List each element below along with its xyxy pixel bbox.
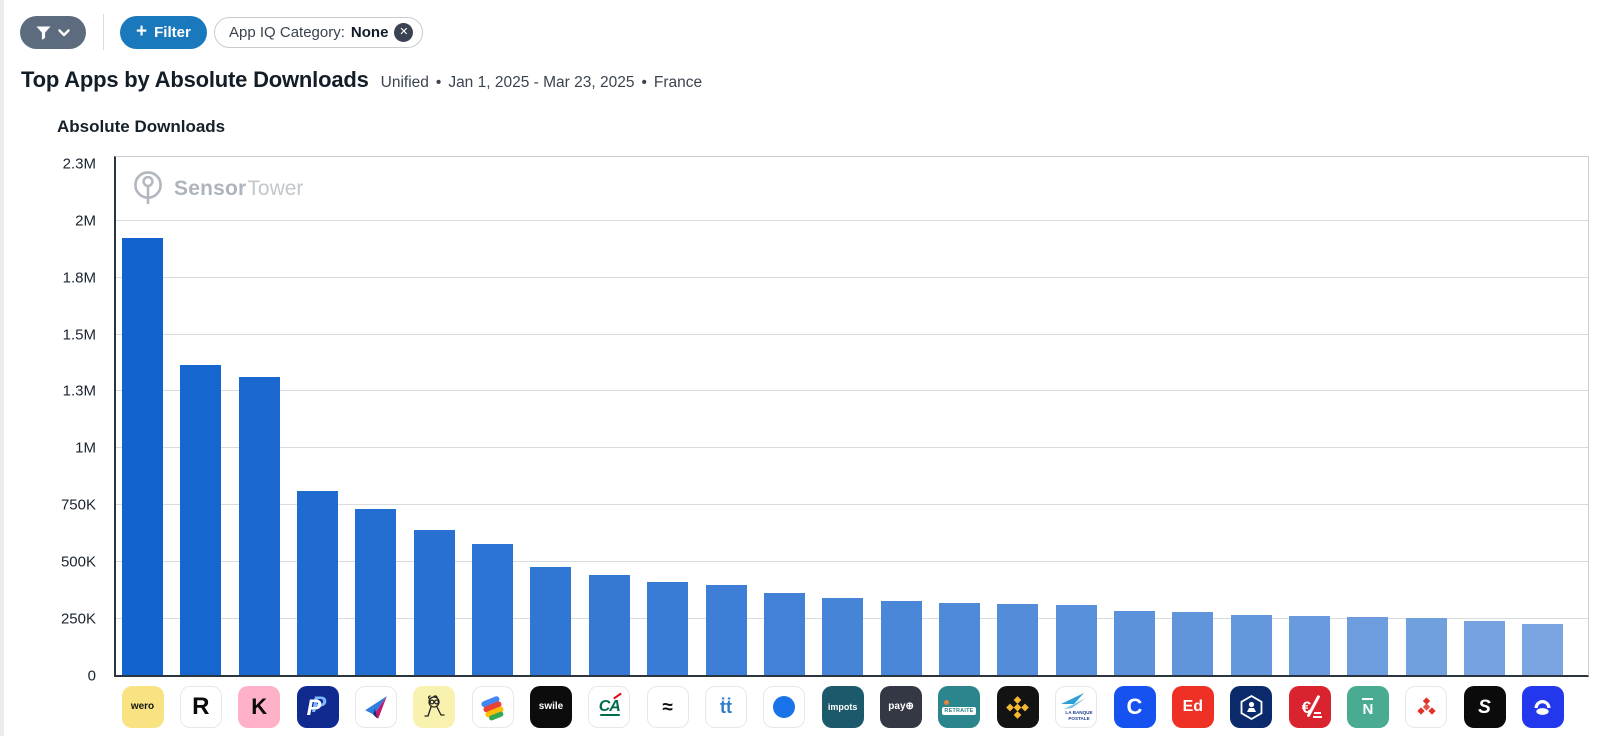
paper-plane-arrow-icon[interactable] <box>355 686 397 728</box>
klarna-k-icon[interactable]: K <box>238 686 280 728</box>
y-axis: 2.3M2M1.8M1.5M1.3M1M750K500K250K0 <box>30 156 96 677</box>
chart-bar-approx-equals[interactable] <box>647 582 688 675</box>
chart-bar-red-trefoil[interactable] <box>1406 618 1447 675</box>
blue-dot-icon[interactable] <box>763 686 805 728</box>
close-icon: ✕ <box>399 27 408 38</box>
chart-bar-ed[interactable] <box>1172 612 1213 675</box>
chart-bar-n-overline-green[interactable] <box>1347 617 1388 675</box>
y-axis-tick-label: 0 <box>88 668 96 685</box>
paylib-icon[interactable]: pay⊕ <box>880 686 922 728</box>
chart-bar-credit-agricole[interactable] <box>589 575 630 675</box>
retraite-icon[interactable]: RETRAITE <box>938 686 980 728</box>
y-axis-tick-label: 250K <box>61 611 96 628</box>
chart-bar-impots-gouv[interactable] <box>822 598 863 675</box>
gridline <box>116 220 1588 221</box>
chart-bar-google-wallet[interactable] <box>472 544 513 675</box>
filter-menu-button[interactable] <box>20 16 86 49</box>
watermark-brand-light: Tower <box>247 177 303 200</box>
chart-axis-title: Absolute Downloads <box>57 117 225 137</box>
chart-bar-doodle-character[interactable] <box>414 530 455 675</box>
toolbar-divider <box>103 14 104 50</box>
chart-bar-coinbase-c[interactable] <box>1114 611 1155 675</box>
filter-chip-label: App IQ Category: <box>229 24 345 41</box>
chart-bar-wero[interactable] <box>122 238 163 675</box>
chart-bar-double-t[interactable] <box>706 585 747 675</box>
filter-chip-remove-button[interactable]: ✕ <box>394 23 413 42</box>
watermark-brand-bold: Sensor <box>174 177 246 200</box>
filter-chip-value: None <box>351 24 389 41</box>
y-axis-tick-label: 1.8M <box>63 269 96 286</box>
chart-bar-black-s[interactable] <box>1464 621 1505 675</box>
gridline <box>116 277 1588 278</box>
chart-bar-paylib[interactable] <box>881 601 922 675</box>
y-axis-tick-label: 1M <box>75 440 96 457</box>
google-wallet-icon[interactable] <box>472 686 514 728</box>
black-s-icon[interactable]: S <box>1464 686 1506 728</box>
header: Top Apps by Absolute Downloads Unified •… <box>21 67 702 93</box>
euro-pen-red-icon[interactable]: € <box>1289 686 1331 728</box>
credit-agricole-icon[interactable]: CA <box>588 686 630 728</box>
coinbase-c-icon[interactable]: C <box>1114 686 1156 728</box>
gridline <box>116 390 1588 391</box>
chart-bar-euro-pen-red[interactable] <box>1289 616 1330 675</box>
swile-icon[interactable]: swile <box>530 686 572 728</box>
svg-text:POSTALE: POSTALE <box>1068 716 1089 721</box>
subtitle-daterange: Jan 1, 2025 - Mar 23, 2025 <box>448 74 634 92</box>
plus-icon: + <box>136 21 147 43</box>
page-subtitle: Unified • Jan 1, 2025 - Mar 23, 2025 • F… <box>381 74 703 92</box>
chart-bar-blue-dot[interactable] <box>764 593 805 675</box>
chart-bar-revolut-r[interactable] <box>180 365 221 675</box>
subtitle-platform: Unified <box>381 74 429 92</box>
svg-text:LA BANQUE: LA BANQUE <box>1066 710 1093 715</box>
chart-bar-retraite[interactable] <box>939 603 980 675</box>
la-banque-postale-icon[interactable]: LA BANQUE POSTALE <box>1055 686 1097 728</box>
chart-bar-la-banque-postale[interactable] <box>1056 605 1097 675</box>
subtitle-bullet: • <box>641 74 646 92</box>
ed-icon[interactable]: Ed <box>1172 686 1214 728</box>
crypto-hexagon-icon[interactable] <box>1230 686 1272 728</box>
y-axis-tick-label: 2.3M <box>63 155 96 172</box>
blue-mask-icon[interactable] <box>1522 686 1564 728</box>
subtitle-bullet: • <box>436 74 441 92</box>
impots-gouv-icon[interactable]: impots <box>822 686 864 728</box>
y-axis-tick-label: 750K <box>61 497 96 514</box>
paypal-icon[interactable]: P P <box>297 686 339 728</box>
wero-icon[interactable]: wero <box>122 686 164 728</box>
chart-bar-binance[interactable] <box>997 604 1038 675</box>
y-axis-tick-label: 1.5M <box>63 326 96 343</box>
add-filter-button[interactable]: + Filter <box>120 16 207 49</box>
approx-equals-icon[interactable]: ≈ <box>647 686 689 728</box>
y-axis-tick-label: 2M <box>75 212 96 229</box>
filter-chip-app-iq-category[interactable]: App IQ Category: None ✕ <box>214 17 423 48</box>
double-t-icon[interactable]: ṫṫ <box>705 686 747 728</box>
chart-bar-blue-mask[interactable] <box>1522 624 1563 675</box>
chart-bar-paypal[interactable] <box>297 491 338 675</box>
chart-bar-paper-plane-arrow[interactable] <box>355 509 396 675</box>
chevron-down-icon <box>58 29 70 37</box>
gridline <box>116 334 1588 335</box>
chart-bar-swile[interactable] <box>530 567 571 675</box>
revolut-r-icon[interactable]: R <box>180 686 222 728</box>
page-title: Top Apps by Absolute Downloads <box>21 67 369 93</box>
add-filter-label: Filter <box>154 24 191 41</box>
subtitle-country: France <box>654 74 702 92</box>
binance-icon[interactable] <box>997 686 1039 728</box>
chart-bar-crypto-hexagon[interactable] <box>1231 615 1272 675</box>
page-root: + Filter App IQ Category: None ✕ Top App… <box>0 0 1600 736</box>
left-edge-strip <box>0 0 4 736</box>
y-axis-tick-label: 1.3M <box>63 383 96 400</box>
watermark: SensorTower <box>132 170 303 207</box>
gridline <box>116 447 1588 448</box>
chart-bar-klarna-k[interactable] <box>239 377 280 675</box>
doodle-character-icon[interactable] <box>413 686 455 728</box>
red-trefoil-icon[interactable] <box>1405 686 1447 728</box>
chart-plot-area: SensorTower <box>114 156 1589 677</box>
sensor-tower-logo-icon <box>132 170 165 207</box>
n-overline-green-icon[interactable]: N <box>1347 686 1389 728</box>
y-axis-tick-label: 500K <box>61 554 96 571</box>
funnel-icon <box>36 26 51 40</box>
